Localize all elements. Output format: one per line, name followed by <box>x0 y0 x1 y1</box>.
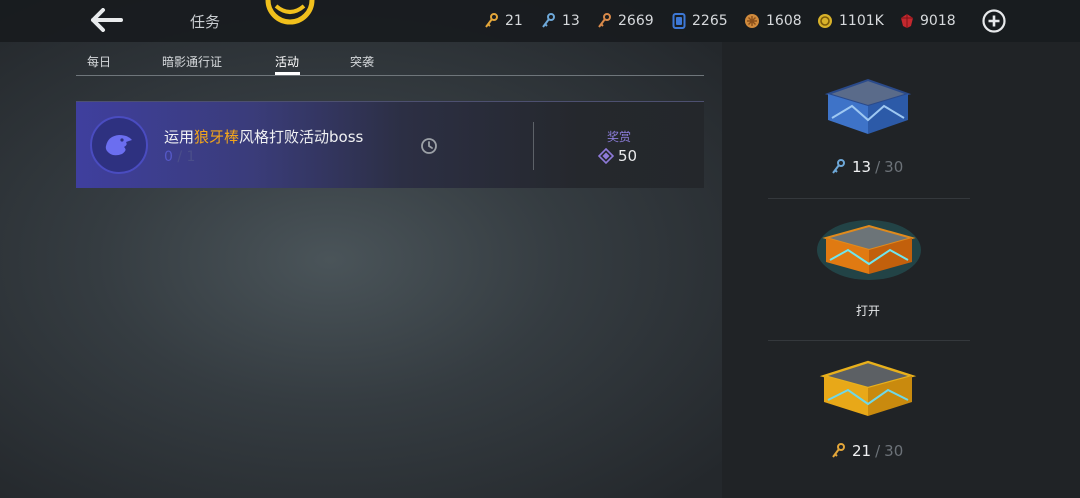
raven-icon <box>105 135 132 156</box>
tab-daily[interactable]: 每日 <box>87 53 111 70</box>
progress-current: 0 <box>164 149 173 165</box>
diamond-icon <box>598 148 614 164</box>
coin-count: 1101K <box>839 13 884 29</box>
task-description: 运用狼牙棒风格打败活动boss <box>164 126 363 147</box>
gold-chest[interactable] <box>818 356 918 422</box>
task-card[interactable]: 运用狼牙棒风格打败活动boss 0 / 1 奖赏 50 <box>76 101 704 188</box>
tab-shadow-pass[interactable]: 暗影通行证 <box>162 53 222 70</box>
blue-chest-separator: / <box>875 158 881 176</box>
gem-icon <box>901 14 913 28</box>
tab-event[interactable]: 活动 <box>275 53 299 70</box>
chest-separator-1 <box>768 198 970 199</box>
clock-icon <box>421 138 437 154</box>
gold-chest-max: 30 <box>884 442 904 460</box>
orange-key-icon <box>598 13 611 28</box>
back-arrow-icon <box>91 8 123 32</box>
gold-chest-keys: 21 <box>852 442 872 460</box>
active-tab-indicator <box>275 72 300 75</box>
gold-chest-count: 21 / 30 <box>832 442 903 460</box>
orange-chest[interactable] <box>814 212 924 284</box>
chest-separator-2 <box>768 340 970 341</box>
orb-count: 1608 <box>766 13 802 29</box>
gold-key-count: 21 <box>505 13 523 29</box>
orb-resource: 1608 <box>744 12 802 30</box>
card-divider <box>533 122 534 170</box>
open-chest-button[interactable]: 打开 <box>856 302 880 319</box>
blue-key-count: 13 <box>562 13 580 29</box>
gem-count: 9018 <box>920 13 956 29</box>
gem-resource: 9018 <box>900 12 956 30</box>
blue-chest[interactable] <box>822 76 914 138</box>
blue-key-resource: 13 <box>542 12 580 30</box>
add-currency-button[interactable] <box>982 9 1006 33</box>
gold-key-icon <box>832 443 845 458</box>
task-text-suffix: 风格打败活动boss <box>239 128 364 146</box>
orange-key-resource: 2669 <box>598 12 654 30</box>
task-avatar <box>90 116 148 174</box>
coin-resource: 1101K <box>817 12 884 30</box>
progress-total: 1 <box>186 149 196 165</box>
back-button[interactable] <box>86 4 126 36</box>
task-progress: 0 / 1 <box>164 149 195 165</box>
progress-separator: / <box>177 149 183 165</box>
reward-label: 奖赏 <box>606 130 631 144</box>
blue-chest-count: 13 / 30 <box>832 158 903 176</box>
card-count: 2265 <box>692 13 728 29</box>
blue-chest-keys: 13 <box>852 158 872 176</box>
blue-key-icon <box>542 13 555 28</box>
coin-icon <box>818 14 832 28</box>
reward-amount: 50 <box>598 147 637 165</box>
orb-icon <box>745 14 759 28</box>
orange-key-count: 2669 <box>618 13 654 29</box>
blue-key-icon <box>832 159 845 174</box>
gold-key-resource: 21 <box>485 12 523 30</box>
page-title: 任务 <box>190 13 221 31</box>
chest-panel: 13 / 30 打开 21 / 30 <box>722 42 1080 498</box>
gold-key-icon <box>485 13 498 28</box>
card-resource: 2265 <box>672 12 728 30</box>
game-logo-icon <box>265 0 315 25</box>
reward-value: 50 <box>618 147 638 165</box>
blue-chest-max: 30 <box>884 158 904 176</box>
tab-raid[interactable]: 突袭 <box>350 53 374 70</box>
card-icon <box>672 13 686 29</box>
gold-chest-separator: / <box>875 442 881 460</box>
task-text-prefix: 运用 <box>164 128 195 146</box>
top-bar: 任务 21 13 2669 2265 1608 1101K 9018 <box>0 0 1080 42</box>
task-weapon-highlight: 狼牙棒 <box>194 128 240 146</box>
task-tabs: 每日 暗影通行证 活动 突袭 <box>76 44 704 76</box>
